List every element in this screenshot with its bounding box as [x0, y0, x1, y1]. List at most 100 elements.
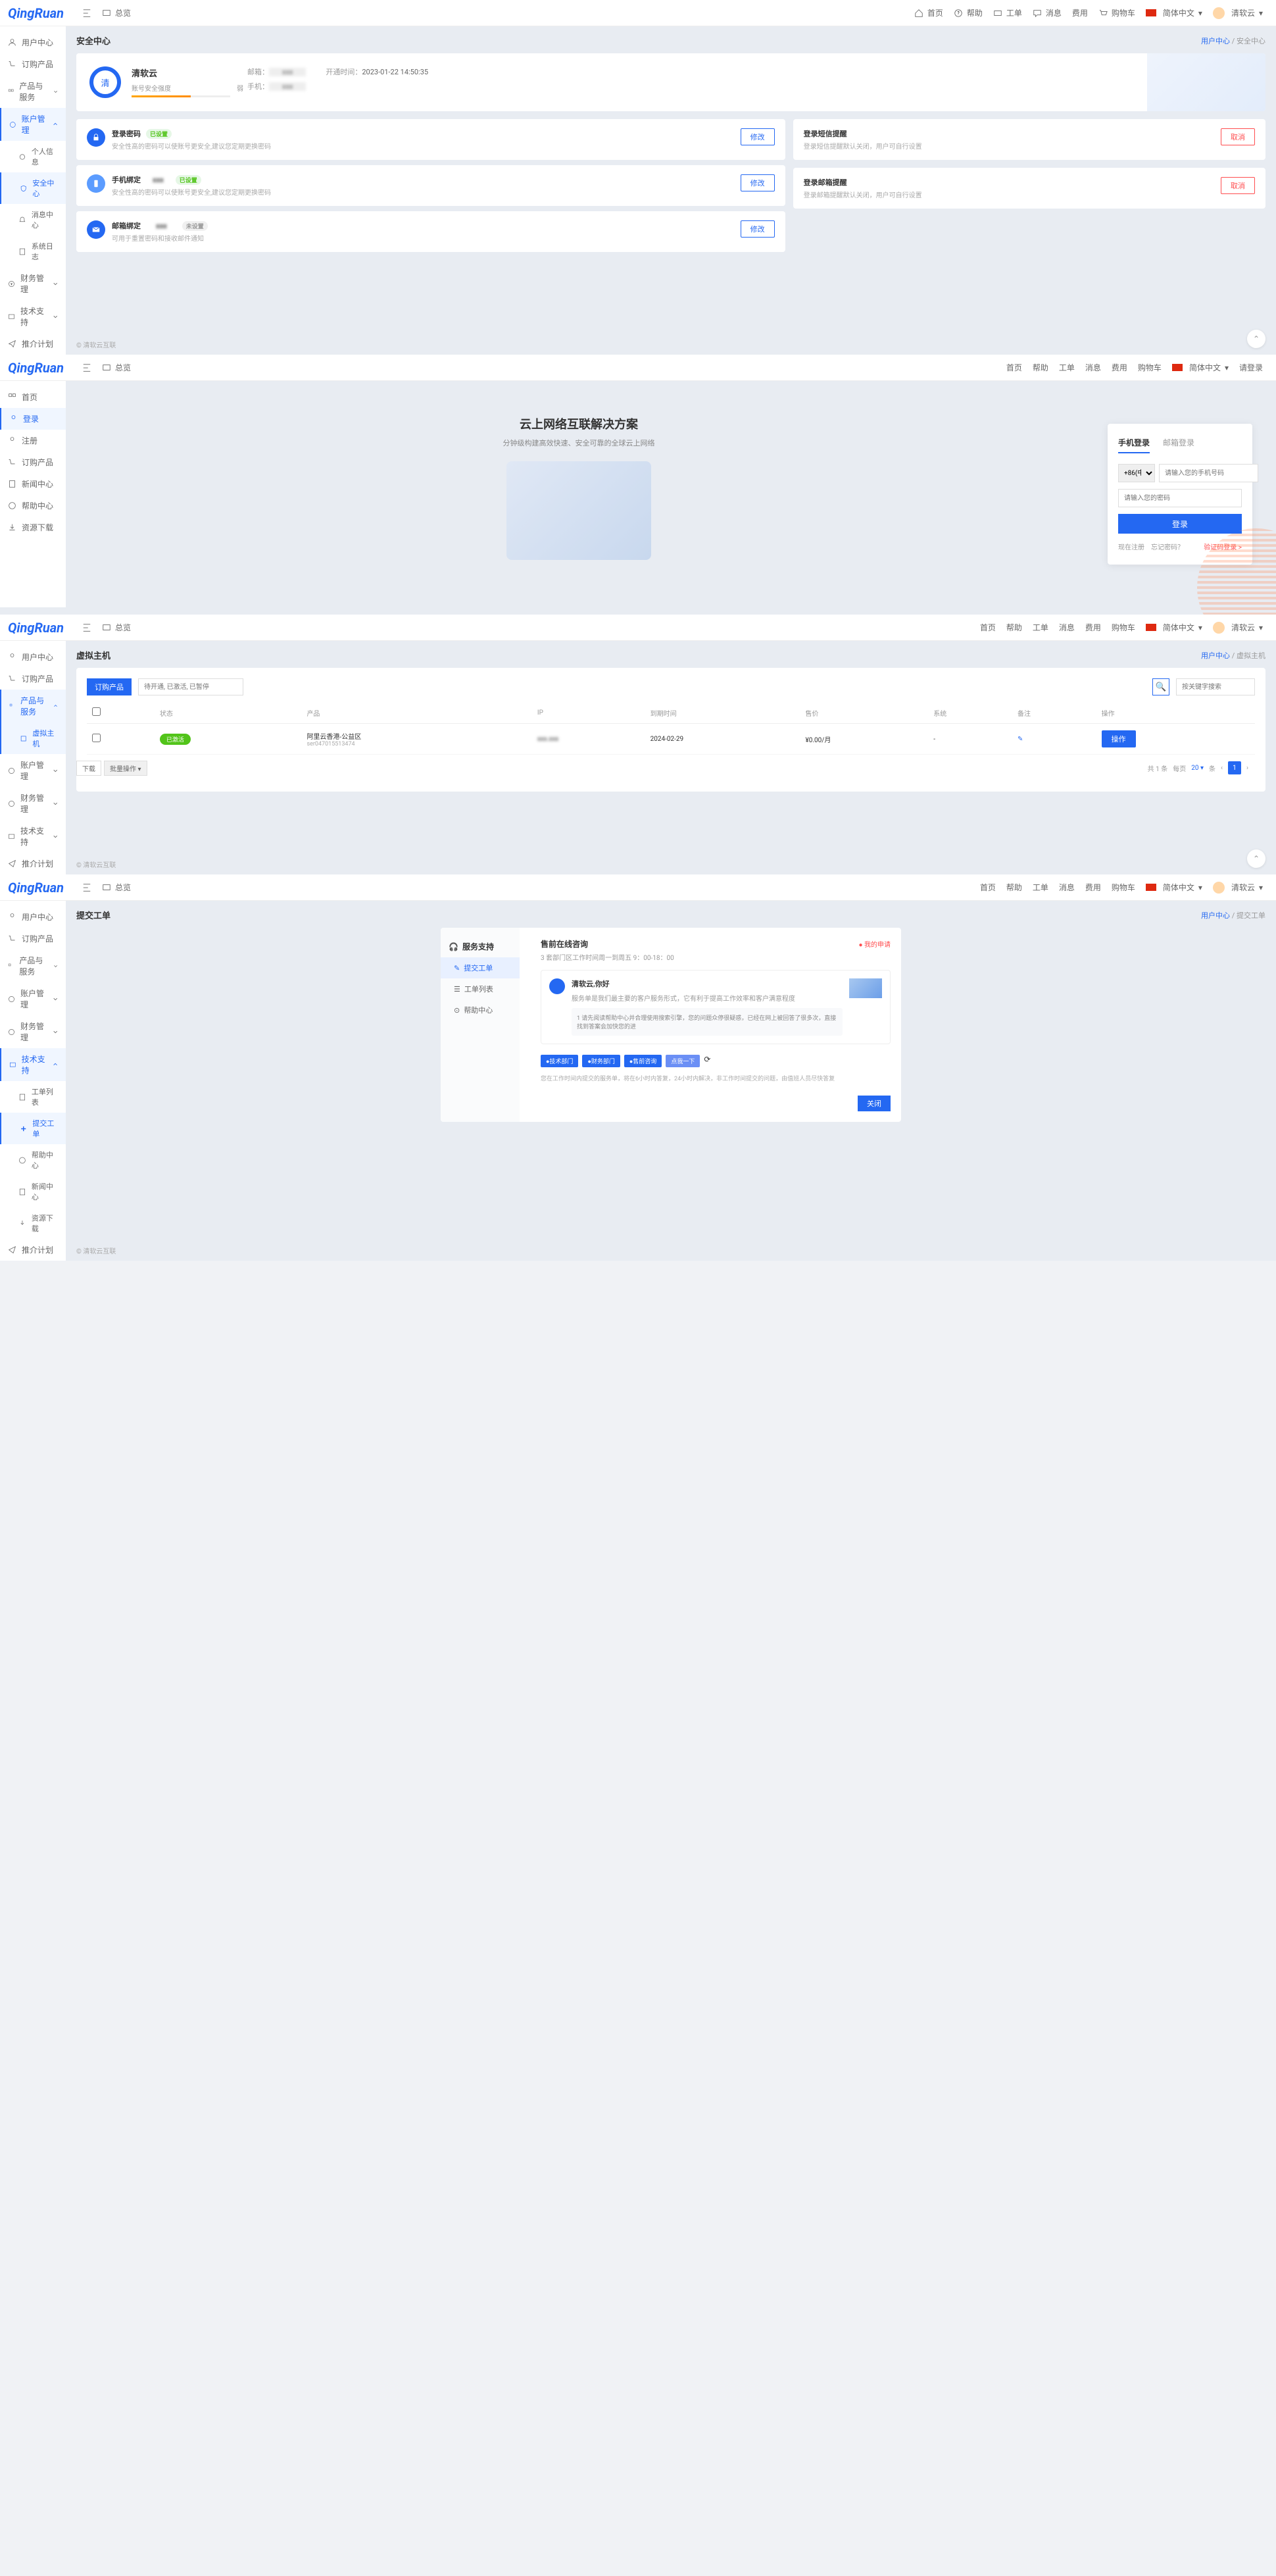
collapse-icon[interactable] [77, 363, 97, 372]
edit-icon[interactable]: ✎ [1018, 736, 1023, 743]
logo[interactable]: QingRuan [8, 880, 64, 896]
cart-link[interactable]: 购物车 [1093, 7, 1141, 18]
cost-link[interactable]: 费用 [1106, 362, 1133, 373]
close-btn[interactable]: 关闭 [858, 1096, 891, 1111]
logo[interactable]: QingRuan [8, 620, 64, 636]
sidebar-login[interactable]: 登录 [0, 408, 66, 430]
sidebar-profile[interactable]: 个人信息 [0, 141, 66, 172]
tab-phone[interactable]: 手机登录 [1118, 437, 1150, 453]
my-tickets[interactable]: ● 我的申请 [858, 939, 891, 949]
country-select[interactable]: +86(中国 [1118, 464, 1155, 482]
sidebar-prod[interactable]: 产品与服务 [0, 690, 66, 722]
logo[interactable]: QingRuan [8, 360, 64, 376]
sidebar-msg[interactable]: 消息中心 [0, 204, 66, 236]
help-link[interactable]: 帮助 [1001, 622, 1027, 633]
sidebar-help[interactable]: 帮助中心 [0, 1144, 66, 1176]
sidebar-user[interactable]: 用户中心 [0, 906, 66, 928]
lang-select[interactable]: 简体中文▾ [1141, 622, 1208, 633]
home-link[interactable]: 首页 [909, 7, 948, 18]
chip-click[interactable]: 点我一下 [666, 1055, 700, 1067]
overview-link[interactable]: 总览 [97, 622, 136, 633]
scroll-top[interactable]: ⌃ [1247, 330, 1265, 348]
sidebar-tsubmit[interactable]: 提交工单 [0, 1113, 66, 1144]
sidebar-security[interactable]: 安全中心 [0, 172, 66, 204]
overview-link[interactable]: 总览 [97, 882, 136, 893]
user-menu[interactable]: 清软云▾ [1208, 882, 1268, 894]
cost-link[interactable]: 费用 [1080, 882, 1106, 893]
ticket-link[interactable]: 工单 [1027, 622, 1054, 633]
scroll-top[interactable]: ⌃ [1247, 849, 1265, 868]
forgot-link[interactable]: 忘记密码？ [1151, 542, 1184, 551]
batch-btn[interactable]: 批量操作 ▾ [104, 761, 147, 776]
sidebar-ref[interactable]: 推介计划 [0, 853, 66, 874]
ticket-link[interactable]: 工单 [1054, 362, 1080, 373]
cart-link[interactable]: 购物车 [1133, 362, 1167, 373]
lang-select[interactable]: 简体中文▾ [1141, 7, 1208, 18]
collapse-icon[interactable] [77, 623, 97, 632]
phone-input[interactable] [1159, 464, 1258, 482]
lang-select[interactable]: 简体中文▾ [1141, 882, 1208, 893]
cost-link[interactable]: 费用 [1067, 7, 1093, 18]
next-page[interactable]: › [1246, 765, 1248, 772]
cost-link[interactable]: 费用 [1080, 622, 1106, 633]
download-btn[interactable]: 下载 [76, 761, 101, 776]
chip-finance[interactable]: ●财务部门 [582, 1055, 620, 1067]
sidebar-news[interactable]: 新闻中心 [0, 1176, 66, 1207]
sidebar-home[interactable]: 首页 [0, 386, 66, 408]
sidebar-acct[interactable]: 账户管理 [0, 982, 66, 1015]
side-help[interactable]: ⊙ 帮助中心 [441, 999, 520, 1021]
home-link[interactable]: 首页 [975, 882, 1001, 893]
tab-email[interactable]: 邮箱登录 [1163, 437, 1194, 453]
help-link[interactable]: 帮助 [1001, 882, 1027, 893]
page-size[interactable]: 20 ▾ [1191, 765, 1204, 772]
sidebar-tech[interactable]: 技术支持 [0, 300, 66, 333]
collapse-icon[interactable] [77, 9, 97, 18]
row-action-btn[interactable]: 操作 [1102, 730, 1136, 747]
user-menu[interactable]: 清软云▾ [1208, 622, 1268, 634]
sidebar-fin[interactable]: 财务管理 [0, 787, 66, 820]
sidebar-order[interactable]: 订购产品 [0, 53, 66, 75]
sidebar-help[interactable]: 帮助中心 [0, 495, 66, 517]
home-link[interactable]: 首页 [1001, 362, 1027, 373]
collapse-icon[interactable] [77, 883, 97, 892]
sidebar-acct[interactable]: 账户管理 [0, 754, 66, 787]
sidebar-ref[interactable]: 推介计划 [0, 333, 66, 355]
sidebar-download[interactable]: 资源下载 [0, 1207, 66, 1239]
sidebar-order[interactable]: 订购产品 [0, 928, 66, 949]
sidebar-news[interactable]: 新闻中心 [0, 473, 66, 495]
cancel-email-btn[interactable]: 取消 [1221, 177, 1255, 194]
sidebar-register[interactable]: 注册 [0, 430, 66, 451]
chip-tech[interactable]: ●技术部门 [541, 1055, 578, 1067]
sidebar-ref[interactable]: 推介计划 [0, 1239, 66, 1261]
sidebar-fin[interactable]: ¥财务管理 [0, 267, 66, 300]
sidebar-tech[interactable]: 技术支持 [0, 1048, 66, 1081]
sidebar-prod[interactable]: 产品与服务 [0, 75, 66, 108]
search-btn[interactable]: 🔍 [1152, 678, 1169, 695]
side-list[interactable]: ☰ 工单列表 [441, 978, 520, 999]
page-1[interactable]: 1 [1228, 761, 1241, 774]
sidebar-tech[interactable]: 技术支持 [0, 820, 66, 853]
password-input[interactable] [1118, 489, 1242, 507]
sidebar-order[interactable]: 订购产品 [0, 668, 66, 690]
modify-password-btn[interactable]: 修改 [741, 128, 775, 145]
cancel-sms-btn[interactable]: 取消 [1221, 128, 1255, 145]
sidebar-prod[interactable]: 产品与服务 [0, 949, 66, 982]
logo[interactable]: QingRuan [8, 5, 64, 21]
user-menu[interactable]: 清软云▾ [1208, 7, 1268, 19]
cart-link[interactable]: 购物车 [1106, 622, 1141, 633]
sidebar-log[interactable]: 系统日志 [0, 236, 66, 267]
login-link[interactable]: 请登录 [1234, 362, 1268, 373]
msg-link[interactable]: 消息 [1080, 362, 1106, 373]
register-link[interactable]: 现在注册 [1118, 542, 1144, 551]
sidebar-tlist[interactable]: 工单列表 [0, 1081, 66, 1113]
home-link[interactable]: 首页 [975, 622, 1001, 633]
sidebar-user[interactable]: 用户中心 [0, 32, 66, 53]
modify-email-btn[interactable]: 修改 [741, 220, 775, 238]
msg-link[interactable]: 消息 [1027, 7, 1067, 18]
modify-phone-btn[interactable]: 修改 [741, 174, 775, 191]
cart-link[interactable]: 购物车 [1106, 882, 1141, 893]
help-link[interactable]: 帮助 [1027, 362, 1054, 373]
sidebar-vhost[interactable]: 虚拟主机 [0, 722, 66, 754]
overview-link[interactable]: 总览 [97, 7, 136, 18]
tab-ordered[interactable]: 订购产品 [87, 678, 132, 695]
